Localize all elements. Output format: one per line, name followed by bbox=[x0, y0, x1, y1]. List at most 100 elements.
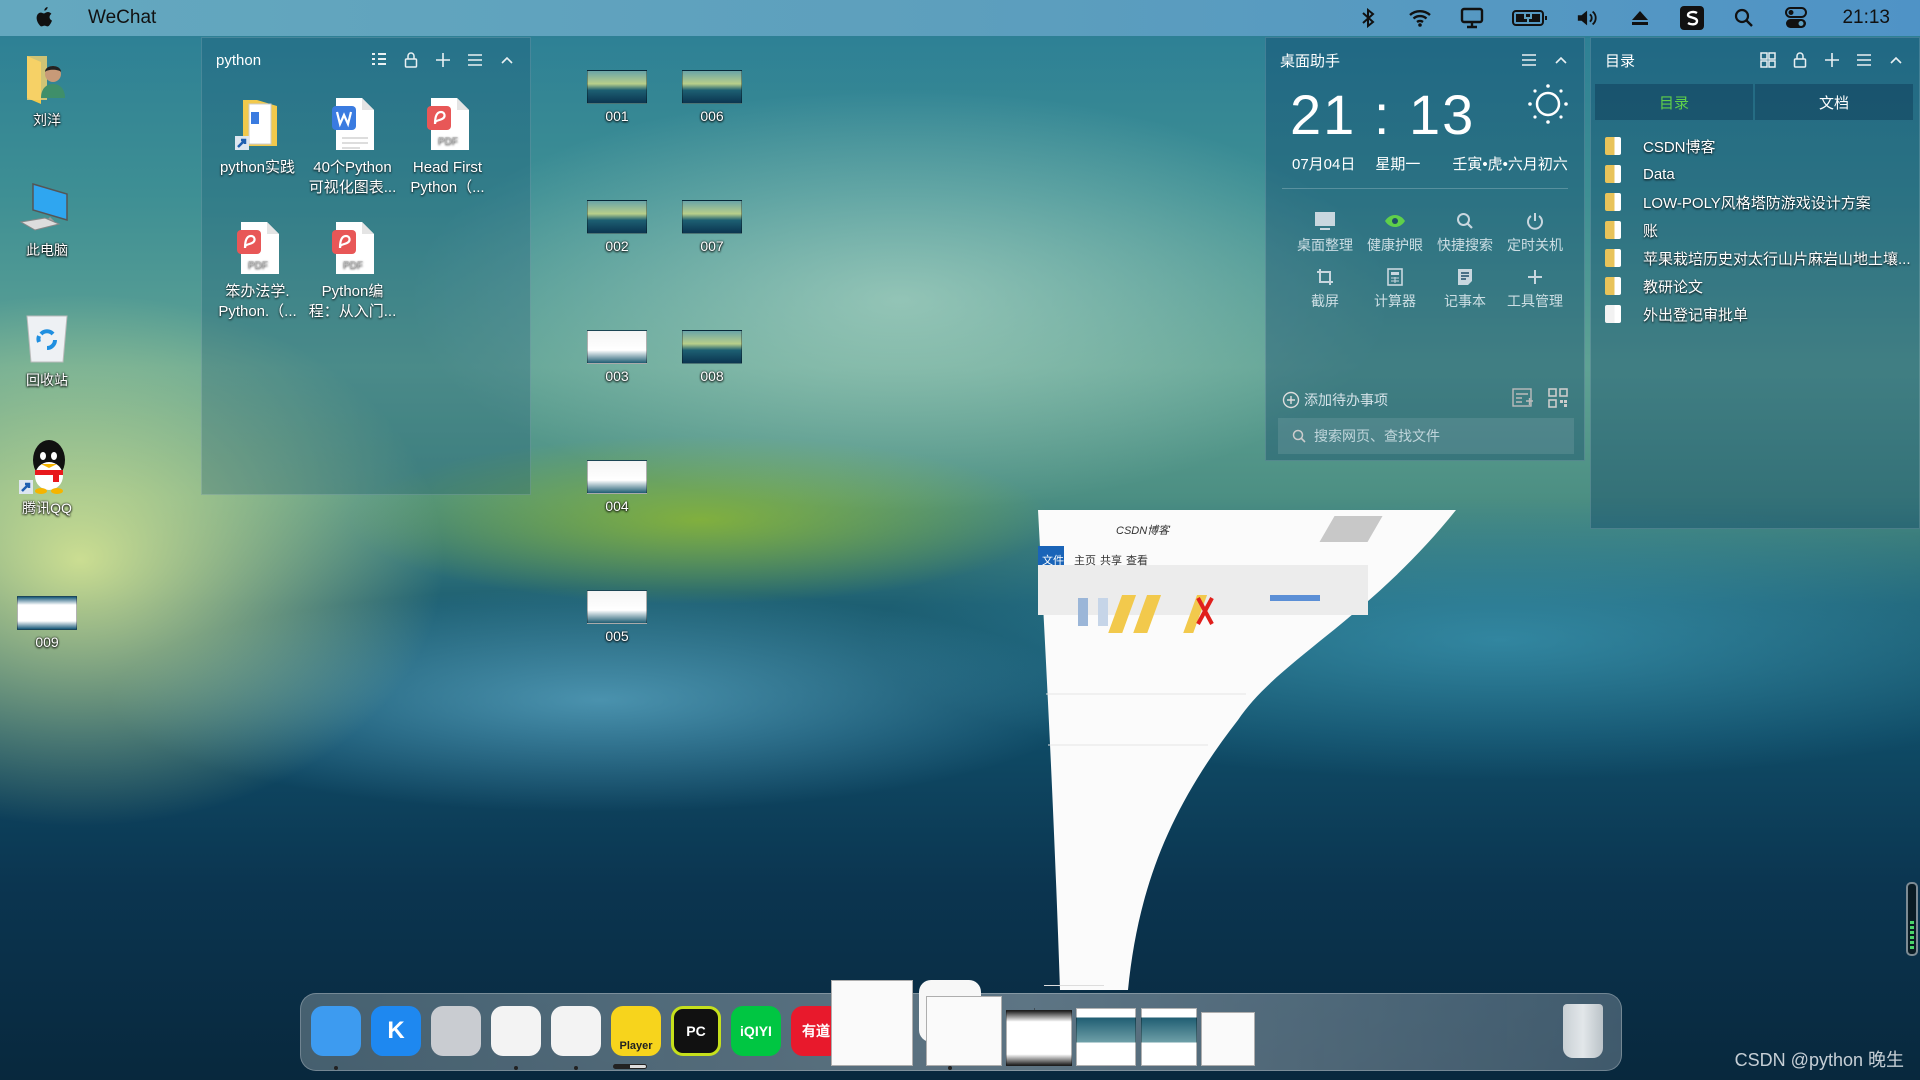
dock-minimized-explorer-window[interactable] bbox=[831, 980, 913, 1066]
volume-icon[interactable] bbox=[1576, 6, 1600, 30]
widget-title: 桌面助手 bbox=[1280, 52, 1341, 70]
fence-file-item[interactable]: 40个Python 可视化图表... bbox=[305, 96, 400, 198]
grid-view-icon[interactable] bbox=[1759, 51, 1777, 69]
collapse-chevron-icon[interactable] bbox=[1552, 51, 1570, 69]
dock-scroll-indicator[interactable] bbox=[613, 1064, 647, 1069]
ribbon-tab-file[interactable]: 文件 bbox=[1042, 552, 1064, 568]
screenshot-file[interactable]: 006 bbox=[667, 70, 757, 124]
lock-icon[interactable] bbox=[1791, 51, 1809, 69]
lock-icon[interactable] bbox=[402, 51, 420, 69]
tool-eye[interactable]: 健康护眼 bbox=[1360, 207, 1430, 255]
desktop-icon-recycle-bin[interactable]: 回收站 bbox=[2, 310, 92, 390]
fence-file-item[interactable]: PDF 笨办法学. Python.（... bbox=[210, 220, 305, 322]
tab-directory[interactable]: 目录 bbox=[1595, 84, 1753, 120]
widget-title: python bbox=[216, 51, 262, 69]
menu-icon[interactable] bbox=[1855, 51, 1873, 69]
menubar-clock[interactable]: 21:13 bbox=[1842, 7, 1890, 29]
display-icon[interactable] bbox=[1460, 6, 1484, 30]
tool-crop[interactable]: 截屏 bbox=[1290, 263, 1360, 311]
tool-desktop-organize[interactable]: 桌面整理 bbox=[1290, 207, 1360, 255]
menu-icon[interactable] bbox=[1520, 51, 1538, 69]
fence-file-item[interactable]: PDF Python编 程：从入门... bbox=[305, 220, 400, 322]
desktop-icon-user-folder[interactable]: 刘洋 bbox=[2, 50, 92, 130]
file-label-line1: 笨办法学. bbox=[225, 283, 290, 300]
tool-search[interactable]: 快捷搜索 bbox=[1430, 207, 1500, 255]
screenshot-file[interactable]: 003 bbox=[572, 330, 662, 384]
web-file-search-input[interactable]: 搜索网页、查找文件 bbox=[1278, 418, 1574, 454]
active-app-name[interactable]: WeChat bbox=[88, 7, 156, 29]
plus-icon[interactable] bbox=[1823, 51, 1841, 69]
document-icon bbox=[1605, 305, 1621, 323]
directory-item[interactable]: 苹果栽培历史对太行山片麻岩山地土壤... bbox=[1605, 244, 1919, 272]
battery-charging-icon[interactable] bbox=[1512, 6, 1548, 30]
tool-label: 工具管理 bbox=[1507, 293, 1563, 309]
folder-file-icon bbox=[234, 96, 281, 152]
screenshot-file[interactable]: 001 bbox=[572, 70, 662, 124]
eject-icon[interactable] bbox=[1628, 6, 1652, 30]
directory-item[interactable]: CSDN博客 bbox=[1605, 132, 1919, 160]
running-indicator bbox=[948, 1066, 952, 1070]
desktop-icon-screenshot-009[interactable]: 009 bbox=[2, 596, 92, 650]
ribbon-tab-home[interactable]: 主页 bbox=[1074, 552, 1096, 568]
sogou-input-icon[interactable] bbox=[1680, 6, 1705, 30]
date-row: 07月04日 星期一 壬寅•虎•六月初六 bbox=[1266, 147, 1584, 174]
desktop-organize-icon bbox=[1290, 207, 1360, 235]
desktop-icon-label: 回收站 bbox=[26, 372, 68, 388]
apple-menu-icon[interactable] bbox=[34, 7, 54, 29]
dock-app-edge[interactable] bbox=[551, 1006, 601, 1056]
dock-app-wechat[interactable] bbox=[491, 1006, 541, 1056]
qr-code-icon[interactable] bbox=[1548, 388, 1568, 411]
weather-sunny-icon[interactable] bbox=[1528, 84, 1568, 129]
dock-minimized-wps-window[interactable] bbox=[1141, 1008, 1197, 1066]
dock-app-iqiyi[interactable]: iQIYI bbox=[731, 1006, 781, 1056]
dock-app-player[interactable]: Player bbox=[611, 1006, 661, 1056]
control-center-icon[interactable] bbox=[1784, 6, 1808, 30]
dock-app-kugou[interactable]: K bbox=[371, 1006, 421, 1056]
collapse-chevron-icon[interactable] bbox=[498, 51, 516, 69]
directory-item[interactable]: 外出登记审批单 bbox=[1605, 300, 1919, 328]
dock-app-launchpad[interactable] bbox=[431, 1006, 481, 1056]
spotlight-search-icon[interactable] bbox=[1732, 6, 1756, 30]
menu-icon[interactable] bbox=[466, 51, 484, 69]
tool-calculator[interactable]: 计算器 bbox=[1360, 263, 1430, 311]
word-file-icon bbox=[330, 96, 376, 152]
dock-minimized-edge-window[interactable] bbox=[926, 996, 1002, 1066]
tool-power[interactable]: 定时关机 bbox=[1500, 207, 1570, 255]
screenshot-file[interactable]: 004 bbox=[572, 460, 662, 514]
directory-item[interactable]: 账 bbox=[1605, 216, 1919, 244]
dock-app-pycharm[interactable]: PC bbox=[671, 1006, 721, 1056]
directory-item[interactable]: LOW-POLY风格塔防游戏设计方案 bbox=[1605, 188, 1919, 216]
add-todo-button[interactable]: 添加待办事项 bbox=[1282, 390, 1388, 410]
screenshot-file[interactable]: 008 bbox=[667, 330, 757, 384]
dock-app-finder[interactable] bbox=[311, 1006, 361, 1056]
minimizing-explorer-window[interactable]: CSDN博客 文件 主页 共享 查看 bbox=[1038, 510, 1456, 990]
crop-icon bbox=[1290, 263, 1360, 291]
screenshot-file[interactable]: 002 bbox=[572, 200, 662, 254]
fence-file-item[interactable]: PDF Head First Python（... bbox=[400, 96, 495, 198]
tool-plus[interactable]: 工具管理 bbox=[1500, 263, 1570, 311]
list-view-icon[interactable] bbox=[370, 51, 388, 69]
ribbon-tab-view[interactable]: 查看 bbox=[1126, 552, 1148, 568]
screenshot-file[interactable]: 007 bbox=[667, 200, 757, 254]
trash-icon[interactable] bbox=[1563, 1004, 1603, 1058]
bluetooth-icon[interactable] bbox=[1356, 6, 1380, 30]
screenshot-label: 004 bbox=[605, 498, 629, 514]
desktop-icon-computer[interactable]: 此电脑 bbox=[2, 180, 92, 260]
dock-minimized-wechat-window-2[interactable] bbox=[1201, 1012, 1255, 1066]
directory-item[interactable]: 教研论文 bbox=[1605, 272, 1919, 300]
tool-notepad[interactable]: 记事本 bbox=[1430, 263, 1500, 311]
ribbon-tab-share[interactable]: 共享 bbox=[1100, 552, 1122, 568]
screenshot-file[interactable]: 005 bbox=[572, 590, 662, 644]
desktop-icon-qq[interactable]: 腾讯QQ bbox=[2, 438, 92, 518]
directory-item[interactable]: Data bbox=[1605, 160, 1919, 188]
fence-file-item[interactable]: python实践 bbox=[210, 96, 305, 198]
dock-minimized-player-window[interactable] bbox=[1006, 1010, 1072, 1066]
wifi-icon[interactable] bbox=[1408, 6, 1432, 30]
todo-list-icon[interactable] bbox=[1512, 388, 1534, 411]
tab-documents[interactable]: 文档 bbox=[1755, 84, 1913, 120]
plus-icon[interactable] bbox=[434, 51, 452, 69]
search-icon bbox=[1292, 429, 1306, 443]
screenshot-thumbnail bbox=[587, 70, 647, 104]
collapse-chevron-icon[interactable] bbox=[1887, 51, 1905, 69]
dock-minimized-wechat-window[interactable] bbox=[1076, 1008, 1136, 1066]
